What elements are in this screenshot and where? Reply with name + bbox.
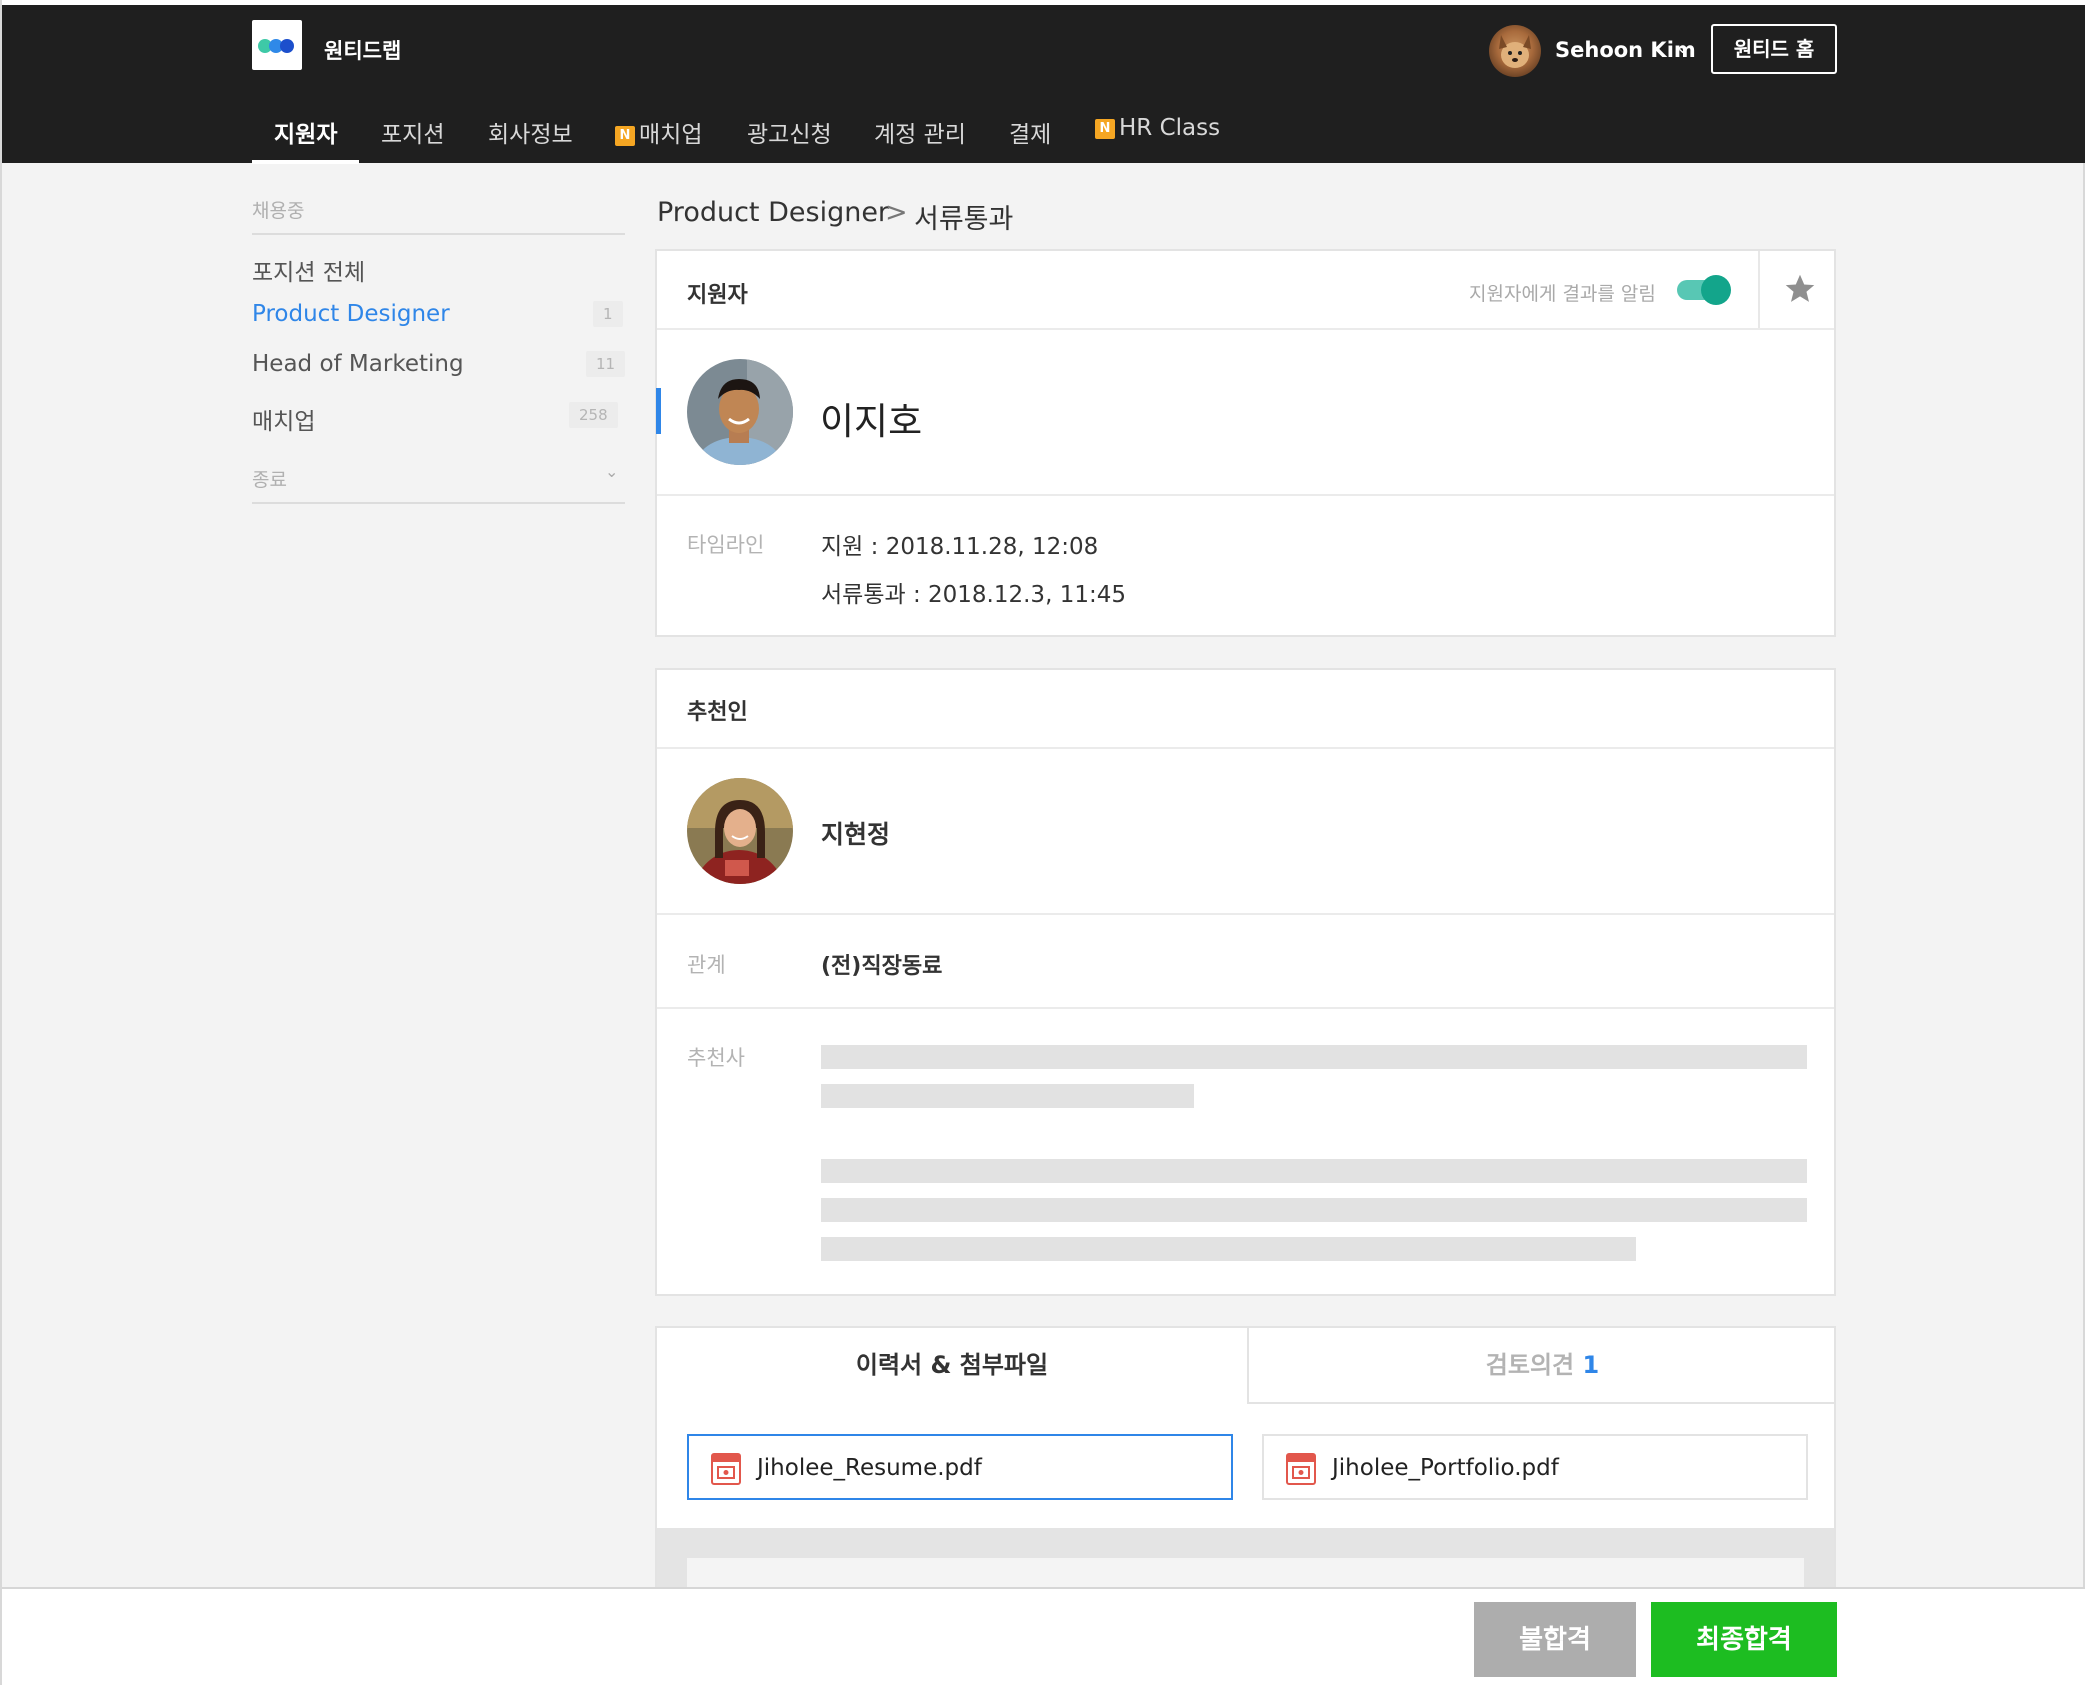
recommendation-text-placeholder xyxy=(821,1084,1194,1108)
applicant-name: 이지호 xyxy=(820,400,923,443)
nav-tab-company-info[interactable]: 회사정보 xyxy=(488,115,573,149)
card-divider xyxy=(657,913,1834,915)
recommendation-text-placeholder xyxy=(821,1045,1807,1069)
tab-review-label: 검토의견 xyxy=(1485,1351,1575,1379)
file-name: Jiholee_Resume.pdf xyxy=(757,1455,982,1481)
tab-review-comments[interactable]: 검토의견 1 xyxy=(1247,1328,1834,1404)
file-name: Jiholee_Portfolio.pdf xyxy=(1332,1455,1559,1481)
nav-tab-payment[interactable]: 결제 xyxy=(1009,115,1051,149)
nav-tab-matchup-label: 매치업 xyxy=(639,122,703,148)
nav-tab-account[interactable]: 계정 관리 xyxy=(874,115,966,149)
relation-value: (전)직장동료 xyxy=(821,954,943,979)
recommendation-text-placeholder xyxy=(821,1237,1636,1261)
user-avatar[interactable] xyxy=(1489,25,1541,77)
breadcrumb-position[interactable]: Product Designer xyxy=(657,197,889,228)
card-divider xyxy=(657,747,1834,749)
file-portfolio[interactable]: Jiholee_Portfolio.pdf xyxy=(1262,1434,1808,1500)
sidebar-item-head-of-marketing[interactable]: Head of Marketing xyxy=(252,351,464,377)
tab-resume-attachments[interactable]: 이력서 & 첨부파일 xyxy=(657,1328,1247,1404)
sidebar-item-matchup[interactable]: 매치업 xyxy=(252,402,315,436)
applicant-card-title: 지원자 xyxy=(687,283,748,308)
reject-button[interactable]: 불합격 xyxy=(1474,1602,1636,1677)
breadcrumb-chevron-icon: > xyxy=(885,197,908,228)
document-preview-area[interactable] xyxy=(657,1528,1834,1588)
timeline-screening-passed: 서류통과 : 2018.12.3, 11:45 xyxy=(821,582,1126,608)
sidebar-count-badge: 11 xyxy=(586,351,626,377)
applicant-card: 지원자 지원자에게 결과를 알림 이지호 타임라인 지원 : 2018.11.2… xyxy=(655,249,1836,637)
sidebar-count-badge: 258 xyxy=(569,402,618,428)
decision-footer: 불합격 최종합격 xyxy=(2,1587,2085,1685)
user-name[interactable]: Sehoon Kim xyxy=(1555,38,1696,62)
header-separator xyxy=(1758,251,1760,329)
nav-tab-hr-class[interactable]: N HR Class xyxy=(1095,115,1220,141)
sidebar-section-closed[interactable]: 종료 xyxy=(252,465,287,492)
recommendation-text-placeholder xyxy=(821,1159,1807,1183)
nav-tab-hr-class-label: HR Class xyxy=(1119,115,1221,141)
card-divider xyxy=(657,1007,1834,1009)
wanted-home-button[interactable]: 원티드 홈 xyxy=(1711,24,1837,74)
applicant-highlight-bar xyxy=(656,388,661,434)
relation-label: 관계 xyxy=(687,953,726,977)
applicant-avatar xyxy=(687,359,793,465)
new-badge-icon: N xyxy=(615,126,635,146)
card-divider xyxy=(657,328,1834,330)
file-resume[interactable]: Jiholee_Resume.pdf xyxy=(687,1434,1233,1500)
top-navigation-bar: 원티드랩 Sehoon Kim ⌄ 원티드 홈 지원자 포지션 회사정보 N 매치… xyxy=(2,5,2085,164)
document-preview-page xyxy=(687,1558,1804,1588)
sidebar-item-product-designer[interactable]: Product Designer xyxy=(252,301,450,327)
review-count-badge: 1 xyxy=(1582,1351,1600,1379)
sidebar-item-all-positions[interactable]: 포지션 전체 xyxy=(252,253,365,287)
sidebar-count-badge: 1 xyxy=(593,301,623,327)
new-badge-icon: N xyxy=(1095,119,1115,139)
card-divider xyxy=(657,494,1834,496)
star-icon[interactable] xyxy=(1782,271,1818,307)
wanted-logo-icon[interactable] xyxy=(252,20,302,70)
chevron-down-icon[interactable]: ⌄ xyxy=(605,462,618,481)
nav-tab-ads[interactable]: 광고신청 xyxy=(747,115,832,149)
sidebar-divider xyxy=(252,502,625,504)
active-tab-indicator xyxy=(252,160,359,164)
recommendation-label: 추천사 xyxy=(687,1046,745,1070)
notify-applicant-toggle[interactable] xyxy=(1677,275,1731,305)
sidebar-divider xyxy=(252,233,625,235)
documents-card: 이력서 & 첨부파일 검토의견 1 Jiholee_Resume.pdf Jih… xyxy=(655,1326,1836,1588)
recommendation-text-placeholder xyxy=(821,1198,1807,1222)
recommender-avatar xyxy=(687,778,793,884)
nav-tab-matchup[interactable]: N 매치업 xyxy=(615,115,702,149)
app-frame: 원티드랩 Sehoon Kim ⌄ 원티드 홈 지원자 포지션 회사정보 N 매치… xyxy=(0,0,2085,1685)
sidebar-section-hiring: 채용중 xyxy=(252,200,305,222)
company-name: 원티드랩 xyxy=(324,39,402,63)
notify-applicant-label: 지원자에게 결과를 알림 xyxy=(1469,283,1656,305)
breadcrumb-stage: 서류통과 xyxy=(914,204,1014,235)
pdf-file-icon xyxy=(1286,1453,1316,1485)
nav-tab-positions[interactable]: 포지션 xyxy=(381,115,444,149)
final-accept-button[interactable]: 최종합격 xyxy=(1651,1602,1837,1677)
pdf-file-icon xyxy=(711,1453,741,1485)
chevron-down-icon[interactable]: ⌄ xyxy=(1676,38,1689,57)
recommender-card: 추천인 지현정 관계 (전)직장동료 추천사 xyxy=(655,668,1836,1296)
recommender-name: 지현정 xyxy=(821,820,891,849)
timeline-label: 타임라인 xyxy=(687,533,765,557)
timeline-applied: 지원 : 2018.11.28, 12:08 xyxy=(821,534,1099,560)
recommender-card-title: 추천인 xyxy=(687,700,748,725)
nav-tab-applicants[interactable]: 지원자 xyxy=(274,115,337,149)
